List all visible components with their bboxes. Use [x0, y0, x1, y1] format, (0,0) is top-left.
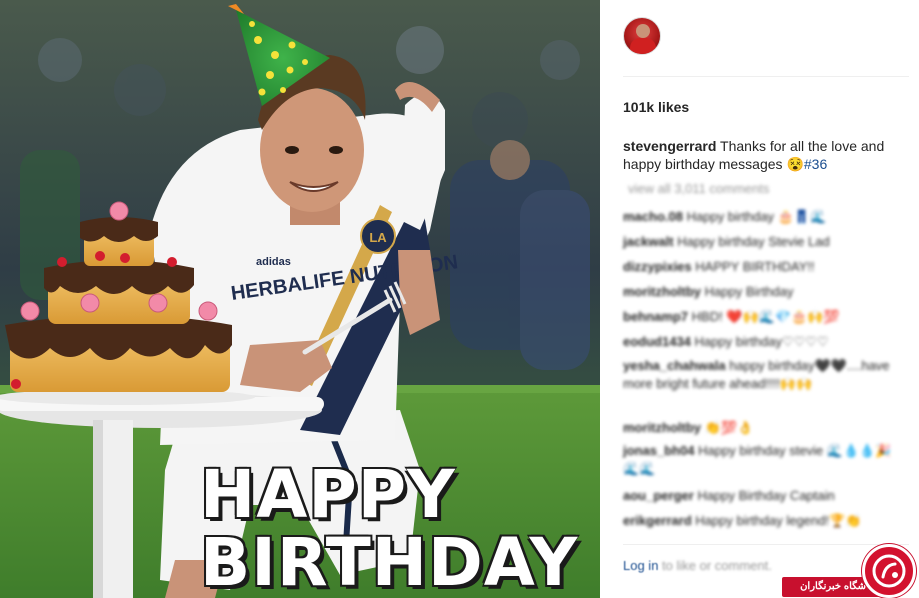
headline-happy: HAPPY — [200, 456, 456, 533]
comment-item: moritzholtby 👏💯👌 — [623, 418, 893, 437]
comment-item: jonas_bh04 Happy birthday stevie 🌊💧💧🎉🌊🌊 — [623, 442, 893, 478]
comment-item: behnamp7 HBD! ❤️🙌🌊💎🎂🙌💯 — [623, 307, 893, 326]
comment-username[interactable]: macho.08 — [623, 209, 683, 224]
comment-item: dizzypixies HAPPY BIRTHDAY!! — [623, 257, 893, 276]
post-photo[interactable]: 8 LA adidas HERBALIFE NUTRITION — [0, 0, 600, 598]
jersey-badge-text: LA — [369, 230, 387, 245]
comment-text: Happy Birthday — [704, 284, 794, 299]
comment-text: HAPPY BIRTHDAY!! — [695, 259, 815, 274]
divider — [623, 544, 909, 545]
caption-username[interactable]: stevengerrard — [623, 138, 716, 154]
comment-text: Happy birthday 🎂👖🌊 — [686, 209, 827, 224]
watermark-logo-icon — [862, 544, 916, 598]
post-side-panel: 101k likes stevengerrard Thanks for all … — [600, 0, 919, 598]
comment-username[interactable]: dizzypixies — [623, 259, 692, 274]
login-prompt-text: to like or comment. — [658, 558, 772, 573]
divider — [623, 76, 909, 77]
comment-item: aou_perger Happy Birthday Captain — [623, 486, 893, 505]
comment-username[interactable]: erikgerrard — [623, 513, 692, 528]
comment-username[interactable]: behnamp7 — [623, 309, 688, 324]
login-link[interactable]: Log in — [623, 558, 658, 573]
comment-text: Happy birthday♡♡♡♡ — [694, 334, 829, 349]
login-prompt: Log in to like or comment. — [623, 558, 772, 573]
comment-username[interactable]: moritzholtby — [623, 284, 701, 299]
comment-item: yesha_chahwala happy birthday🖤🖤....have … — [623, 357, 893, 393]
comment-username[interactable]: eodud1434 — [623, 334, 691, 349]
comment-item: erikgerrard Happy birthday legend!🏆👏 — [623, 511, 893, 530]
jersey-brand-text: adidas — [256, 256, 291, 268]
avatar[interactable] — [623, 17, 661, 55]
avatar-shirt — [630, 38, 656, 54]
comment-text: 👏💯👌 — [704, 420, 754, 435]
comment-item: jackwalt Happy birthday Stevie Lad — [623, 232, 893, 251]
comment-username[interactable]: aou_perger — [623, 488, 694, 503]
avatar-face — [636, 24, 650, 38]
caption-emoji: 😵 — [786, 156, 804, 172]
comment-item: moritzholtby Happy Birthday — [623, 282, 893, 301]
post-caption: stevengerrard Thanks for all the love an… — [623, 137, 903, 173]
headline-birthday: BIRTHDAY — [200, 524, 579, 598]
view-all-comments-link[interactable]: view all 3,011 comments — [628, 181, 769, 196]
comment-username[interactable]: jonas_bh04 — [623, 443, 695, 458]
caption-hashtag[interactable]: #36 — [804, 156, 827, 172]
comment-username[interactable]: moritzholtby — [623, 420, 701, 435]
comment-username[interactable]: jackwalt — [623, 234, 674, 249]
comment-text: HBD! ❤️🙌🌊💎🎂🙌💯 — [691, 309, 840, 324]
comment-item: eodud1434 Happy birthday♡♡♡♡ — [623, 332, 893, 351]
comment-text: Happy Birthday Captain — [697, 488, 835, 503]
comment-username[interactable]: yesha_chahwala — [623, 358, 726, 373]
comment-text: Happy birthday Stevie Lad — [677, 234, 830, 249]
comment-item: macho.08 Happy birthday 🎂👖🌊 — [623, 207, 893, 226]
likes-count[interactable]: 101k likes — [623, 99, 689, 115]
comment-text: Happy birthday legend!🏆👏 — [695, 513, 862, 528]
